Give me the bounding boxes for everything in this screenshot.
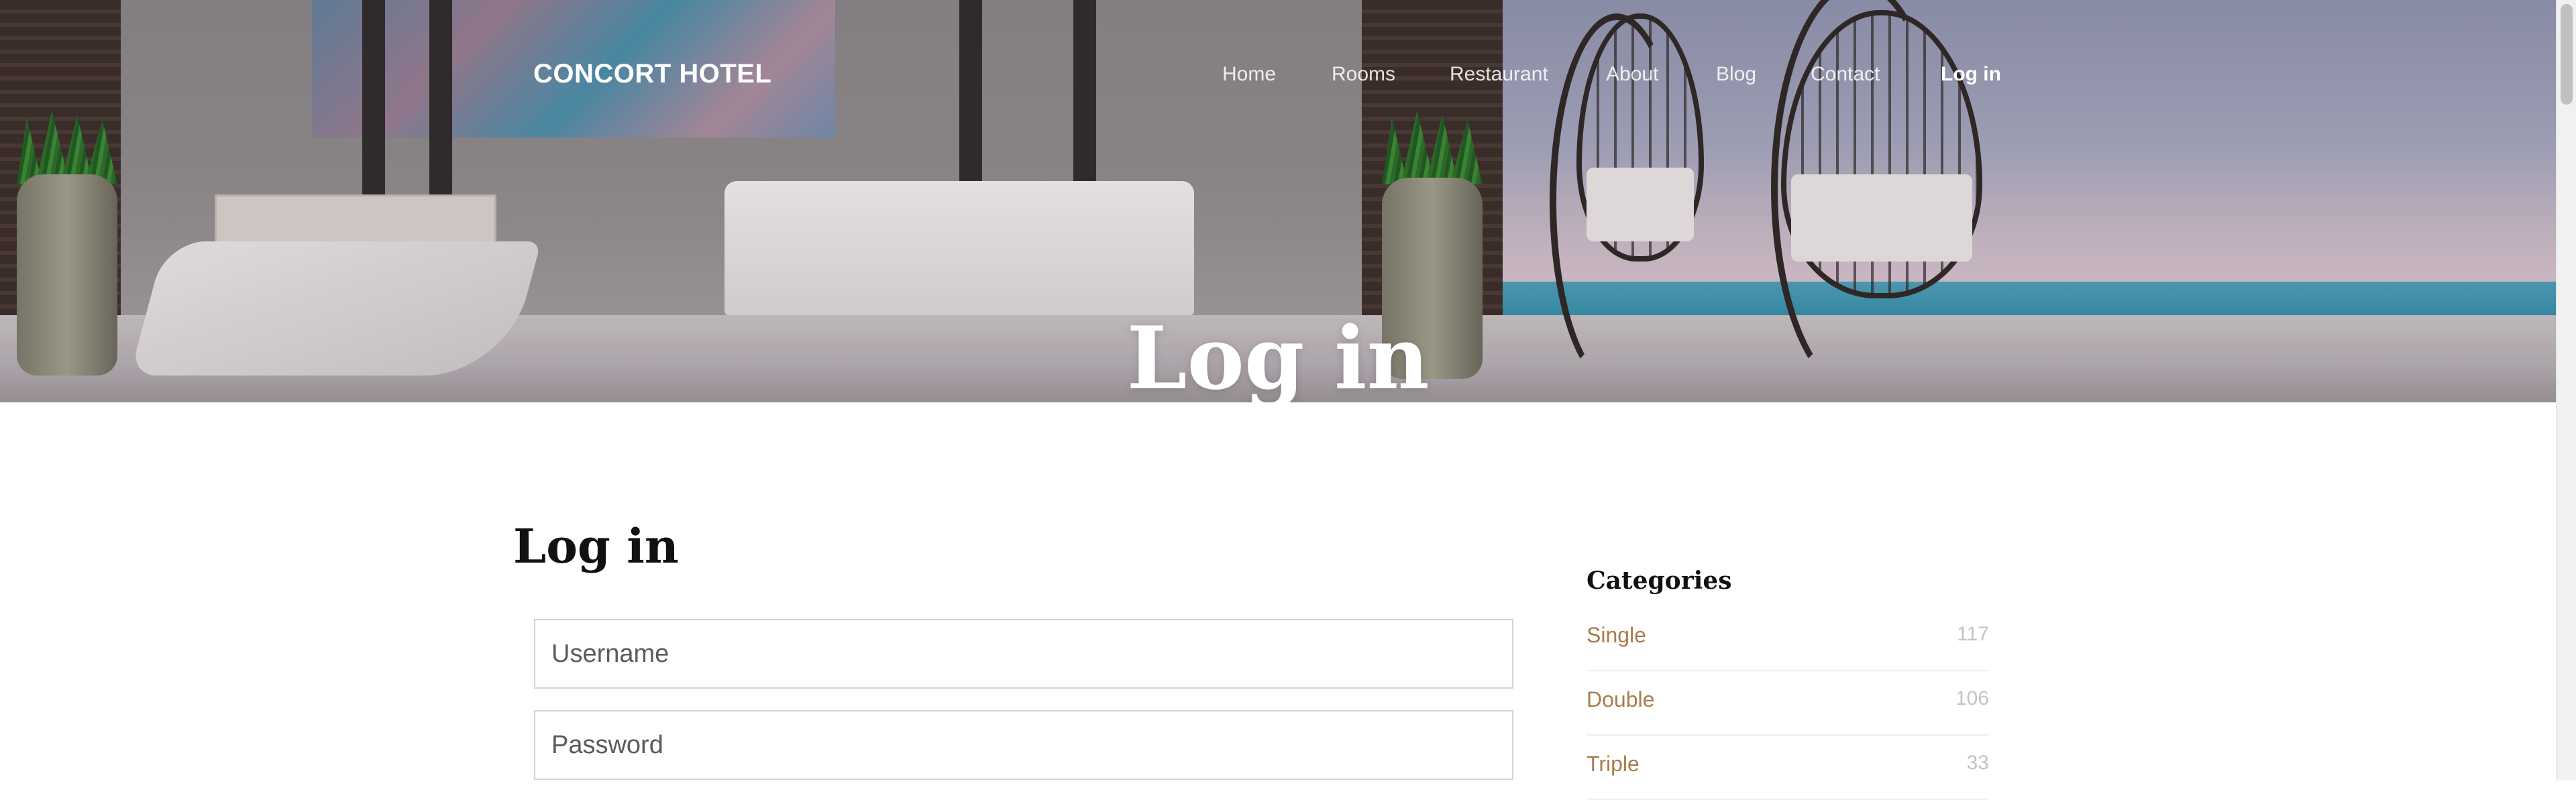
category-count: 106 <box>1955 687 1989 709</box>
hero-title: Log in <box>1126 308 1430 402</box>
scrollbar-thumb[interactable] <box>2561 4 2573 105</box>
category-row: Single 117 <box>1587 607 1989 671</box>
password-input[interactable] <box>534 710 1513 780</box>
nav-login[interactable]: Log in <box>1941 63 2001 86</box>
categories-title: Categories <box>1587 567 1732 595</box>
nav-about[interactable]: About <box>1606 63 1658 86</box>
category-row: Triple 33 <box>1587 736 1989 800</box>
nav-blog[interactable]: Blog <box>1716 63 1756 86</box>
nav-rooms[interactable]: Rooms <box>1332 63 1395 86</box>
category-link-triple[interactable]: Triple <box>1587 752 1640 777</box>
hero-banner: CONCORT HOTEL Home Rooms Restaurant Abou… <box>0 0 2556 402</box>
category-row: Double 106 <box>1587 671 1989 736</box>
category-link-single[interactable]: Single <box>1587 623 1646 648</box>
username-input[interactable] <box>534 619 1513 689</box>
page-scrollbar[interactable] <box>2556 0 2576 781</box>
login-heading: Log in <box>513 518 679 574</box>
category-link-double[interactable]: Double <box>1587 687 1654 712</box>
main-nav: Home Rooms Restaurant About Blog Contact… <box>0 63 2556 90</box>
nav-restaurant[interactable]: Restaurant <box>1450 63 1548 86</box>
category-count: 117 <box>1957 623 1989 645</box>
category-count: 33 <box>1966 752 1989 774</box>
nav-home[interactable]: Home <box>1222 63 1276 86</box>
nav-contact[interactable]: Contact <box>1811 63 1880 86</box>
